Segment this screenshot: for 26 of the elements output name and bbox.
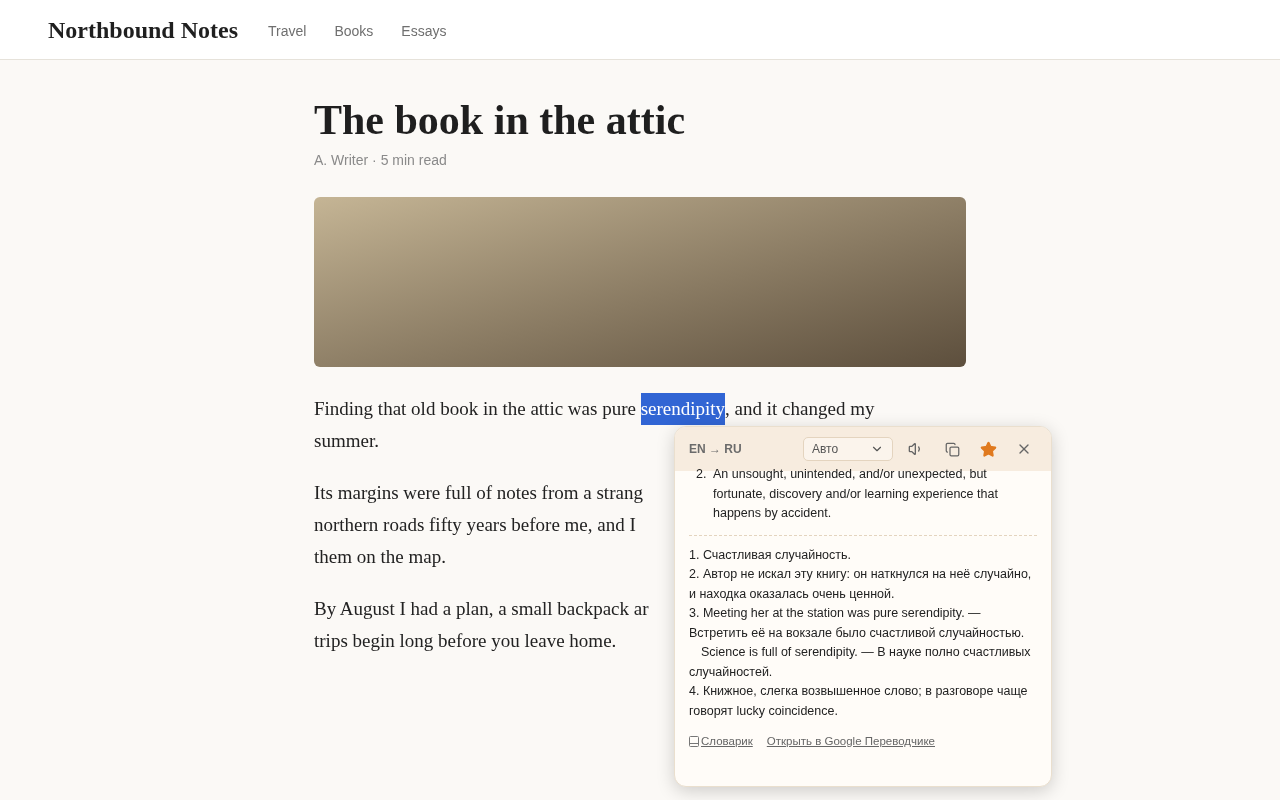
paragraph-line: , and it changed my bbox=[725, 397, 875, 421]
article-meta: A. Writer · 5 min read bbox=[314, 151, 448, 170]
paragraph-line: trips begin long before you leave home. bbox=[314, 629, 617, 653]
paragraph-line: By August I had a plan, a small backpack ar bbox=[314, 597, 649, 621]
google-translate-link[interactable]: Открыть в Google Переводчике bbox=[766, 732, 935, 752]
paragraph-line: Its margins were full of notes from a strang bbox=[314, 481, 643, 505]
nav-link[interactable]: Travel bbox=[268, 20, 307, 42]
nav-link[interactable]: Books bbox=[334, 20, 374, 42]
paragraph-line: them on the map. bbox=[314, 545, 446, 569]
mode-select[interactable]: Авто bbox=[803, 437, 893, 461]
translation-line: 4. Книжное, слегка возвышенное слово; в разговоре чаще говорят lucky coincidence. bbox=[689, 683, 1029, 720]
translation-line: 1. Счастливая случайность. bbox=[689, 546, 852, 564]
language-pair: EN → RU bbox=[689, 441, 743, 458]
vocabulary-link[interactable]: Словарик bbox=[701, 732, 753, 752]
paragraph-line: summer. bbox=[314, 429, 379, 453]
paragraph-line: northern roads fifty years before me, and I bbox=[314, 513, 636, 537]
definition-number: 2. bbox=[696, 466, 708, 483]
site-title[interactable]: Northbound Notes bbox=[48, 11, 239, 48]
notebook-icon bbox=[689, 736, 699, 748]
definition-text: An unsought, unintended, and/or unexpected, but fortunate, discovery and/or learning experience that happens by accident. bbox=[713, 466, 999, 522]
translation-line: Science is full of serendipity. — В науке полно счастливых случайностей. bbox=[689, 644, 1032, 681]
translation-line: 2. Автор не искал эту книгу: он наткнулся на неё случайно, и находка оказалась очень ценной. bbox=[689, 566, 1033, 603]
nav-link[interactable]: Essays bbox=[401, 20, 447, 42]
paragraph-line: Finding that old book in the attic was pure bbox=[314, 397, 637, 421]
article-title: The book in the attic bbox=[314, 96, 687, 144]
translation-line: 3. Meeting her at the station was pure serendipity. — Встретить её на вокзале было счастливой случайностью. bbox=[689, 605, 1026, 642]
